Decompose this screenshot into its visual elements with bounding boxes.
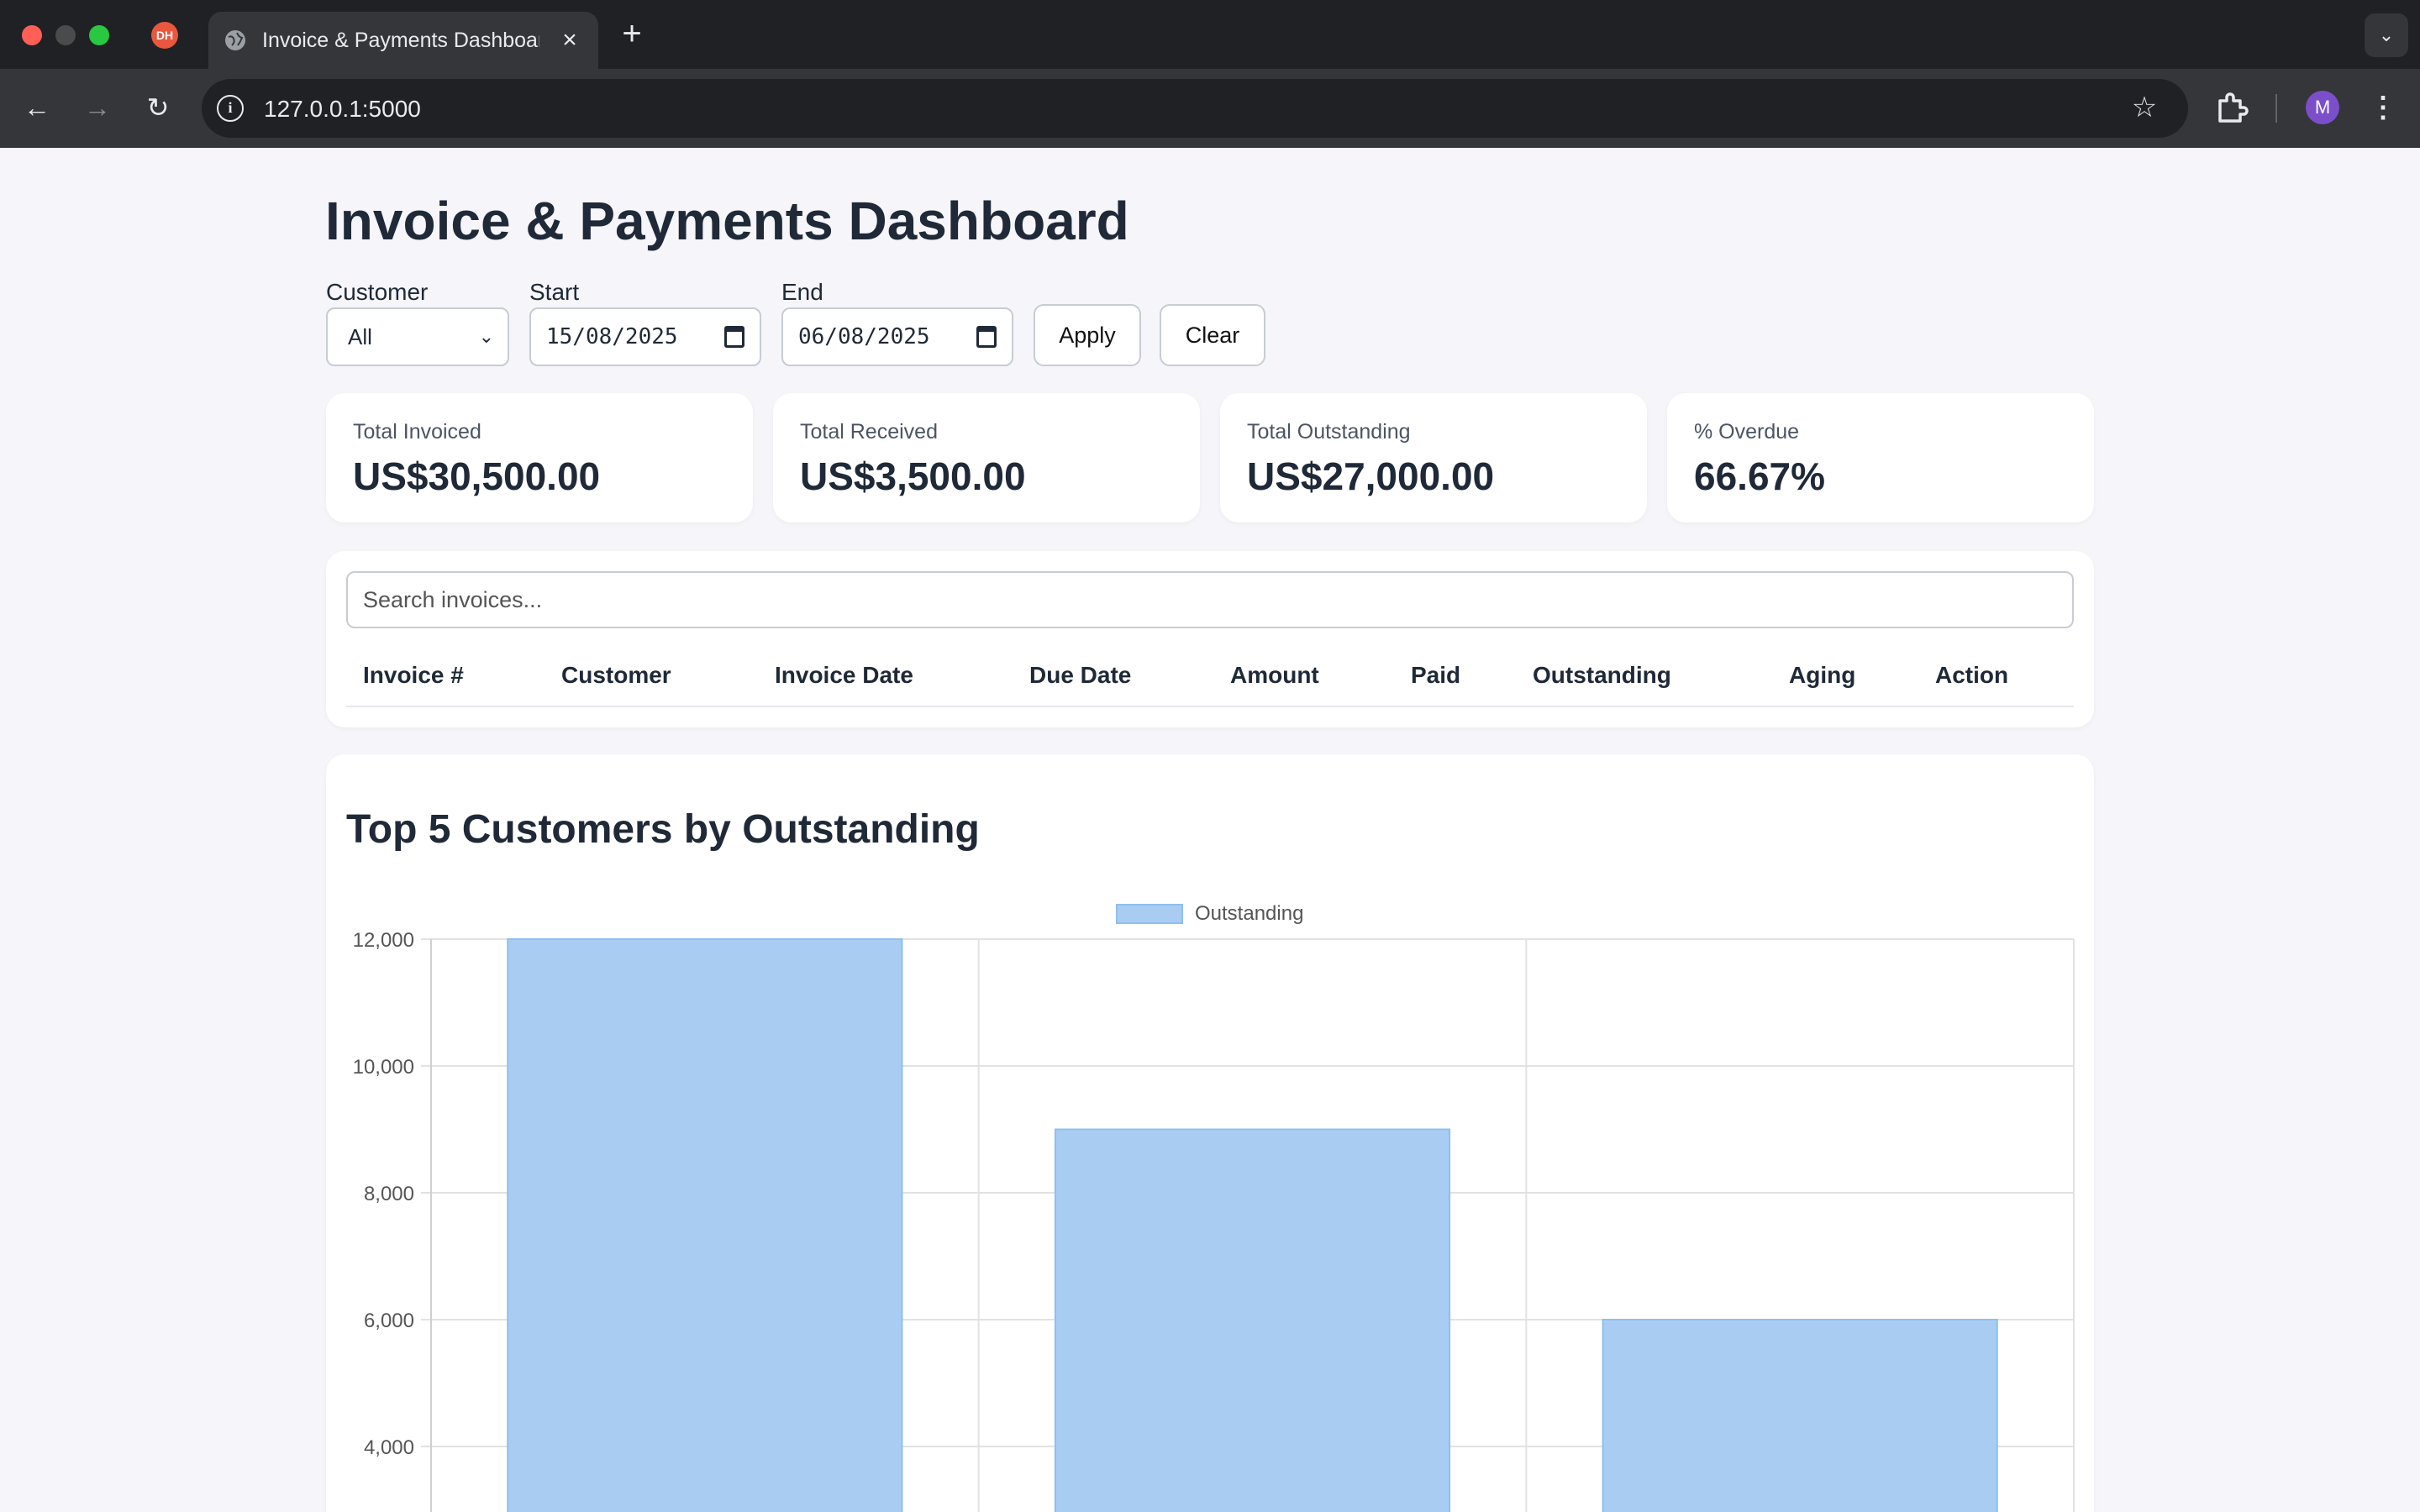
kpi-label: Total Received (800, 420, 938, 444)
url-text[interactable]: 127.0.0.1:5000 (264, 96, 421, 123)
kpi-label: % Overdue (1694, 420, 1800, 444)
y-tick-label: 8,000 (364, 1183, 414, 1205)
kpi-value: US$3,500.00 (800, 454, 1026, 498)
kpi-card-total-invoiced: Total Invoiced US$30,500.00 (326, 393, 753, 522)
new-tab-button[interactable]: + (617, 17, 647, 50)
browser-menu-icon[interactable]: ⋮ (2366, 87, 2400, 128)
browser-tab-bar: DH Invoice & Payments Dashboard × + ⌄ (0, 0, 2420, 69)
customer-select[interactable]: All ⌄ (326, 307, 509, 366)
kpi-value: US$30,500.00 (353, 454, 601, 498)
tab-search-button[interactable]: ⌄ (2365, 13, 2408, 57)
close-tab-icon[interactable]: × (556, 27, 583, 54)
maximize-window-button[interactable] (89, 25, 109, 45)
column-header-invoice-number[interactable]: Invoice # (363, 662, 464, 689)
start-date-input[interactable]: 15/08/2025 (529, 307, 761, 366)
search-invoices-input[interactable]: Search invoices... (346, 571, 2074, 628)
column-header-paid[interactable]: Paid (1411, 662, 1460, 689)
calendar-icon[interactable] (724, 326, 744, 348)
globe-icon (225, 30, 245, 50)
column-header-invoice-date[interactable]: Invoice Date (775, 662, 913, 689)
active-tab[interactable]: Invoice & Payments Dashboard × (208, 12, 598, 69)
y-tick-label: 12,000 (353, 929, 414, 952)
end-label: End (781, 279, 823, 305)
profile-avatar[interactable]: M (2306, 91, 2339, 124)
end-date-input[interactable]: 06/08/2025 (781, 307, 1013, 366)
column-header-action[interactable]: Action (1935, 662, 2008, 689)
bar-outstanding (507, 938, 903, 1512)
kpi-label: Total Invoiced (353, 420, 481, 444)
start-label: Start (529, 279, 580, 305)
column-header-aging[interactable]: Aging (1789, 662, 1855, 689)
column-header-outstanding[interactable]: Outstanding (1533, 662, 1671, 689)
kpi-card-percent-overdue: % Overdue 66.67% (1667, 393, 2094, 522)
invoice-table-card: Search invoices... Invoice # Customer In… (326, 551, 2094, 727)
column-header-customer[interactable]: Customer (561, 662, 671, 689)
start-date-value: 15/08/2025 (546, 324, 678, 349)
extensions-puzzle-icon[interactable] (2212, 87, 2252, 128)
end-date-value: 06/08/2025 (798, 324, 930, 349)
bookmark-star-icon[interactable]: ☆ (2128, 91, 2161, 124)
page-title: Invoice & Payments Dashboard (325, 191, 1129, 251)
column-header-due-date[interactable]: Due Date (1029, 662, 1131, 689)
column-header-amount[interactable]: Amount (1230, 662, 1319, 689)
clear-button[interactable]: Clear (1160, 304, 1265, 366)
kpi-card-total-received: Total Received US$3,500.00 (773, 393, 1200, 522)
kpi-value: 66.67% (1694, 454, 1826, 498)
pinned-tab-icon[interactable]: DH (151, 22, 178, 49)
browser-toolbar: ← → ↻ i 127.0.0.1:5000 ☆ M ⋮ (0, 69, 2420, 148)
table-header-divider (346, 706, 2074, 707)
reload-icon[interactable]: ↻ (138, 87, 178, 128)
customer-select-value: All (348, 324, 372, 349)
chevron-down-icon: ⌄ (478, 326, 494, 347)
forward-arrow-icon[interactable]: → (77, 87, 118, 128)
customer-label: Customer (326, 279, 429, 305)
close-window-button[interactable] (22, 25, 42, 45)
kpi-card-total-outstanding: Total Outstanding US$27,000.00 (1220, 393, 1647, 522)
y-tick-label: 10,000 (353, 1056, 414, 1079)
y-tick-label: 6,000 (364, 1310, 414, 1332)
apply-button[interactable]: Apply (1034, 304, 1141, 366)
minimize-window-button[interactable] (55, 25, 76, 45)
chart-card: Top 5 Customers by Outstanding Outstandi… (326, 754, 2094, 1512)
back-arrow-icon[interactable]: ← (17, 87, 57, 128)
address-bar[interactable]: i 127.0.0.1:5000 ☆ (202, 79, 2188, 138)
bar-outstanding (1602, 1319, 1998, 1512)
page-content: Invoice & Payments Dashboard Customer Al… (0, 148, 2420, 1512)
bar-outstanding (1054, 1128, 1451, 1512)
bar-chart: 12,000 10,000 8,000 6,000 4,000 (353, 929, 2075, 1512)
toolbar-divider (2275, 94, 2277, 123)
kpi-value: US$27,000.00 (1247, 454, 1495, 498)
y-tick-label: 4,000 (364, 1436, 414, 1459)
tab-title: Invoice & Payments Dashboard (262, 29, 539, 52)
calendar-icon[interactable] (976, 326, 997, 348)
kpi-label: Total Outstanding (1247, 420, 1411, 444)
site-info-icon[interactable]: i (217, 95, 244, 122)
